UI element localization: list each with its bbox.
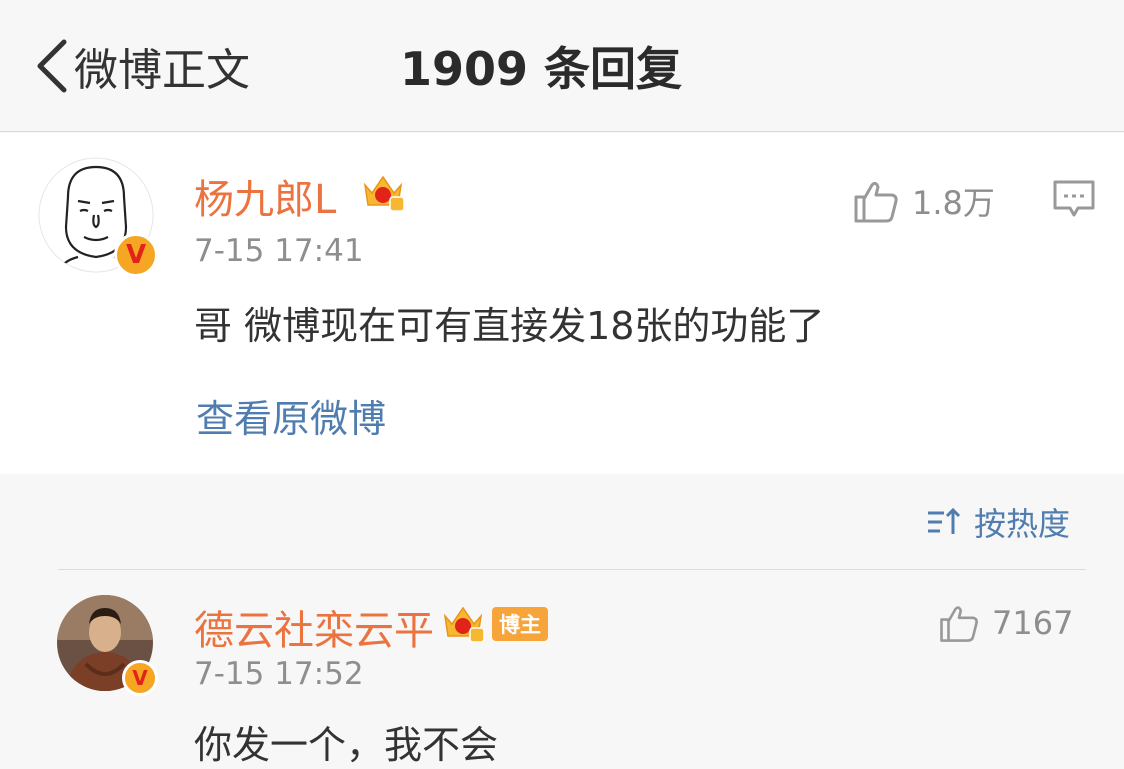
chevron-left-icon (37, 39, 67, 93)
divider (58, 569, 1086, 570)
like-count: 7167 (992, 604, 1074, 642)
comment-timestamp: 7-15 17:41 (194, 233, 364, 269)
crown-vip-icon (363, 175, 405, 212)
navigation-bar: 微博正文 1909 条回复 (0, 0, 1124, 132)
page-title: 1909 条回复 (400, 42, 683, 96)
verified-mark: V (125, 240, 147, 270)
reply-text: 你发一个，我不会 (194, 723, 499, 767)
verified-badge: V (122, 660, 158, 696)
like-button[interactable]: 7167 (938, 602, 1073, 644)
reply-comment-icon[interactable] (1052, 179, 1096, 219)
sort-toggle[interactable]: 按热度 (926, 500, 1070, 544)
main-comment: V 杨九郎L 1.8万 7-15 17:41 哥 微博现在可有直接发18张的功能… (0, 133, 1124, 474)
back-label: 微博正文 (74, 45, 250, 96)
author-badge: 博主 (492, 607, 548, 641)
view-original-link[interactable]: 查看原微博 (196, 388, 386, 443)
reply-timestamp: 7-15 17:52 (194, 656, 364, 692)
verified-badge: V (114, 233, 158, 277)
thumbs-up-icon (940, 606, 978, 642)
avatar[interactable]: V (56, 594, 158, 696)
sort-label: 按热度 (974, 505, 1071, 543)
comment-username[interactable]: 杨九郎L (194, 167, 336, 225)
back-button[interactable]: 微博正文 (34, 38, 250, 96)
like-button[interactable]: 1.8万 (852, 177, 995, 225)
reply-username[interactable]: 德云社栾云平 (194, 598, 434, 656)
crown-vip-icon (443, 606, 485, 643)
thumbs-up-icon (854, 181, 898, 223)
sort-icon (928, 507, 961, 534)
verified-mark: V (132, 666, 148, 690)
comment-text: 哥 微博现在可有直接发18张的功能了 (194, 304, 825, 348)
avatar[interactable]: V (38, 157, 158, 277)
like-count: 1.8万 (912, 184, 995, 222)
